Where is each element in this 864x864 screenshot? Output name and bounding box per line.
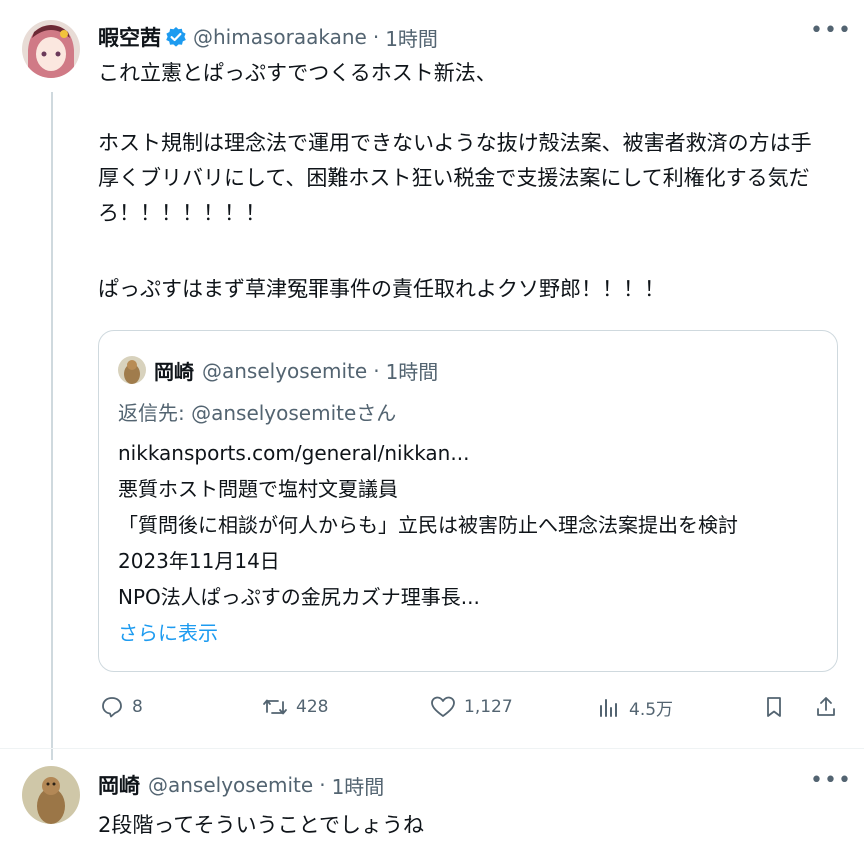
- quote-line-headline2: 「質問後に相談が何人からも」立民は被害防止へ理念法案提出を検討: [118, 513, 738, 537]
- quote-time[interactable]: 1時間: [386, 356, 439, 385]
- quote-line-excerpt: NPO法人ぱっぷすの金尻カズナ理事長...: [118, 585, 480, 609]
- reply-button[interactable]: 8: [100, 695, 143, 719]
- like-count: 1,127: [464, 697, 513, 717]
- post-body-line4: ろ！！！！！！！: [98, 201, 266, 225]
- share-icon[interactable]: [814, 695, 838, 719]
- author-avatar[interactable]: [22, 20, 80, 78]
- separator-dot: ·: [319, 773, 326, 797]
- quote-author-handle[interactable]: @anselyosemite: [202, 359, 367, 383]
- heart-icon: [430, 695, 456, 719]
- quote-author-name[interactable]: 岡崎: [154, 356, 194, 385]
- quote-line-headline1: 悪質ホスト問題で塩村文夏議員: [118, 477, 398, 501]
- reply-author-name[interactable]: 岡崎: [98, 770, 140, 800]
- quote-avatar[interactable]: [118, 356, 146, 384]
- quote-line-date: 2023年11月14日: [118, 549, 280, 573]
- post-body-line1: これ立憲とぱっぷすでつくるホスト新法、: [98, 61, 497, 85]
- show-more-link[interactable]: さらに表示: [118, 618, 218, 648]
- verified-badge-icon: [165, 26, 187, 48]
- retweet-button[interactable]: 428: [262, 695, 328, 719]
- views-button[interactable]: 4.5万: [597, 695, 673, 720]
- separator-dot: ·: [372, 25, 380, 49]
- post-body-line2: ホスト規制は理念法で運用できないような抜け殻法案、被害者救済の方は手: [98, 131, 812, 155]
- reply-count: 8: [132, 697, 143, 717]
- reply-icon: [100, 695, 124, 719]
- views-count: 4.5万: [629, 700, 674, 720]
- reply-author-avatar[interactable]: [22, 766, 80, 824]
- bookmark-icon[interactable]: [762, 695, 786, 719]
- more-dots-icon[interactable]: •••: [810, 18, 852, 43]
- retweet-count: 428: [296, 697, 329, 717]
- reply-header: 岡崎 @anselyosemite · 1時間: [98, 770, 384, 800]
- author-handle[interactable]: @himasoraakane: [193, 25, 367, 49]
- reply-author-handle[interactable]: @anselyosemite: [148, 773, 313, 797]
- reply-time[interactable]: 1時間: [332, 771, 385, 800]
- author-name[interactable]: 暇空茜: [98, 22, 161, 52]
- quote-header: 岡崎 @anselyosemite · 1時間: [154, 356, 438, 385]
- reply-body: 2段階ってそういうことでしょうね: [98, 813, 425, 837]
- post-body-line3: 厚くブリバリにして、困難ホスト狂い税金で支援法案にして利権化する気だ: [98, 166, 810, 190]
- views-chart-icon: [597, 696, 621, 720]
- post-divider: [0, 748, 864, 749]
- reply-more-dots-icon[interactable]: •••: [810, 768, 852, 793]
- like-button[interactable]: 1,127: [430, 695, 513, 719]
- quote-reply-to[interactable]: 返信先: @anselyosemiteさん: [118, 398, 396, 428]
- post-time[interactable]: 1時間: [385, 23, 438, 52]
- retweet-icon: [262, 695, 288, 719]
- post-header: 暇空茜 @himasoraakane · 1時間: [98, 22, 438, 52]
- quote-line-url: nikkansports.com/general/nikkan...: [118, 441, 470, 465]
- separator-dot: ·: [373, 358, 380, 383]
- post-body-line5: ぱっぷすはまず草津冤罪事件の責任取れよクソ野郎！！！！: [98, 277, 665, 301]
- thread-connector: [51, 92, 53, 760]
